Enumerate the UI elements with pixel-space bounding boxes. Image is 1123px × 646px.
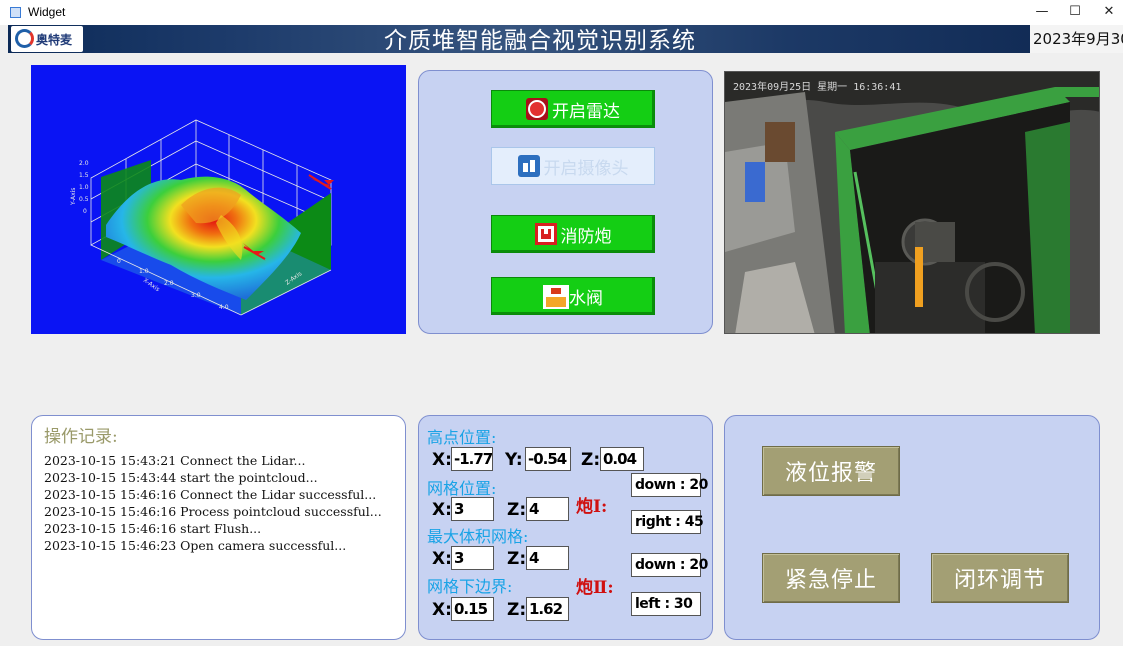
y-axis-label: Y-Axis [70, 188, 77, 206]
open-radar-label: 开启雷达 [552, 101, 620, 122]
open-radar-button[interactable]: 开启雷达 [491, 90, 655, 128]
header-banner: 奥特麦 介质堆智能融合视觉识别系统 2023年9月30日 [8, 25, 1123, 54]
high-y-label: Y: [505, 450, 523, 470]
y-tick-3: 1.5 [79, 172, 89, 179]
max-volume-title: 最大体积网格: [427, 527, 529, 546]
cannon-1-right-field[interactable]: right : 45 [631, 510, 704, 534]
high-x-field[interactable]: -1.77 [451, 447, 493, 471]
app-title: 介质堆智能融合视觉识别系统 [384, 28, 696, 54]
high-x-label: X: [432, 450, 452, 470]
radar-power-icon [526, 98, 548, 120]
x-tick-1: 1.0 [139, 268, 149, 275]
pointcloud-3d-view[interactable]: 0 1.0 2.0 3.0 4.0 0 0.5 1.0 1.5 2.0 Y-Ax… [31, 65, 406, 334]
grid-z-field[interactable]: 4 [526, 497, 569, 521]
closed-loop-button[interactable]: 闭环调节 [931, 553, 1069, 603]
log-entry: 2023-10-15 15:46:16 Process pointcloud s… [44, 504, 382, 519]
level-alarm-button[interactable]: 液位报警 [762, 446, 900, 496]
minimize-button[interactable]: — [1026, 2, 1058, 22]
water-valve-button[interactable]: 水阀 [491, 277, 655, 315]
high-z-label: Z: [581, 450, 601, 470]
close-button[interactable]: ✕ [1093, 2, 1123, 22]
water-valve-label: 水阀 [569, 288, 603, 309]
x-tick-3: 3.0 [191, 292, 201, 299]
fire-cannon-label: 消防炮 [560, 226, 612, 247]
log-entry: 2023-10-15 15:46:23 Open camera successf… [44, 538, 347, 553]
high-y-field[interactable]: -0.54 [525, 447, 571, 471]
operation-log-panel: 操作记录: 2023-10-15 15:43:21 Connect the Li… [31, 415, 406, 640]
camera-icon [517, 155, 540, 177]
window-title: Widget [28, 5, 66, 19]
y-tick-0: 0 [83, 208, 87, 215]
position-panel: 高点位置: X: -1.77 Y: -0.54 Z: 0.04 网格位置: X:… [418, 415, 713, 640]
lb-x-label: X: [432, 600, 452, 620]
x-tick-4: 4.0 [219, 304, 229, 311]
pointcloud-surface-graphic: 0 1.0 2.0 3.0 4.0 0 0.5 1.0 1.5 2.0 Y-Ax… [70, 119, 334, 316]
log-entry: 2023-10-15 15:43:21 Connect the Lidar... [44, 453, 306, 468]
date-display: 2023年9月30日 [1030, 25, 1123, 53]
x-tick-2: 2.0 [164, 280, 174, 287]
lb-x-field[interactable]: 0.15 [451, 597, 494, 621]
log-entry: 2023-10-15 15:46:16 Connect the Lidar su… [44, 487, 377, 502]
action-panel: 液位报警 紧急停止 闭环调节 [724, 415, 1100, 640]
high-point-title: 高点位置: [427, 428, 497, 447]
maxv-x-field[interactable]: 3 [451, 546, 494, 570]
cannon-2-label: 炮Ⅱ: [576, 578, 614, 598]
y-tick-4: 2.0 [79, 160, 89, 167]
maxv-z-label: Z: [507, 549, 527, 569]
maxv-z-field[interactable]: 4 [526, 546, 569, 570]
log-entry: 2023-10-15 15:46:16 start Flush... [44, 521, 262, 536]
grid-x-label: X: [432, 500, 452, 520]
y-tick-2: 1.0 [79, 184, 89, 191]
grid-position-title: 网格位置: [427, 479, 497, 498]
grid-x-field[interactable]: 3 [451, 497, 494, 521]
open-camera-button[interactable]: 开启摄像头 [491, 147, 655, 185]
cannon-1-down-field[interactable]: down : 20 [631, 473, 708, 497]
emergency-stop-button[interactable]: 紧急停止 [762, 553, 900, 603]
open-camera-label: 开启摄像头 [543, 158, 629, 179]
grid-z-label: Z: [507, 500, 527, 520]
fire-cannon-button[interactable]: 消防炮 [491, 215, 655, 253]
cannon-2-left-field[interactable]: left : 30 [631, 592, 701, 616]
logo-mark-icon [15, 29, 34, 48]
camera-feed: 2023年09月25日 星期一 16:36:41 [724, 71, 1100, 334]
app-window-icon [10, 7, 21, 18]
lower-bound-title: 网格下边界: [427, 577, 513, 596]
cannon-2-down-field[interactable]: down : 20 [631, 553, 708, 577]
log-list[interactable]: 2023-10-15 15:43:21 Connect the Lidar...… [44, 452, 382, 554]
logo-text: 奥特麦 [36, 33, 73, 47]
log-title: 操作记录: [44, 427, 118, 447]
lb-z-field[interactable]: 1.62 [526, 597, 569, 621]
high-z-field[interactable]: 0.04 [600, 447, 644, 471]
maximize-button[interactable]: ☐ [1059, 2, 1091, 22]
fire-cannon-icon [534, 223, 557, 245]
company-logo: 奥特麦 [11, 26, 83, 52]
maxv-x-label: X: [432, 549, 452, 569]
y-tick-1: 0.5 [79, 196, 89, 203]
x-tick-0: 0 [117, 258, 121, 265]
log-entry: 2023-10-15 15:43:44 start the pointcloud… [44, 470, 318, 485]
cannon-1-label: 炮Ⅰ: [576, 497, 608, 517]
camera-image [725, 72, 1099, 333]
lb-z-label: Z: [507, 600, 527, 620]
control-panel: 开启雷达 开启摄像头 消防炮 水阀 [418, 70, 713, 334]
water-valve-icon [543, 285, 569, 309]
camera-timestamp: 2023年09月25日 星期一 16:36:41 [733, 82, 902, 93]
